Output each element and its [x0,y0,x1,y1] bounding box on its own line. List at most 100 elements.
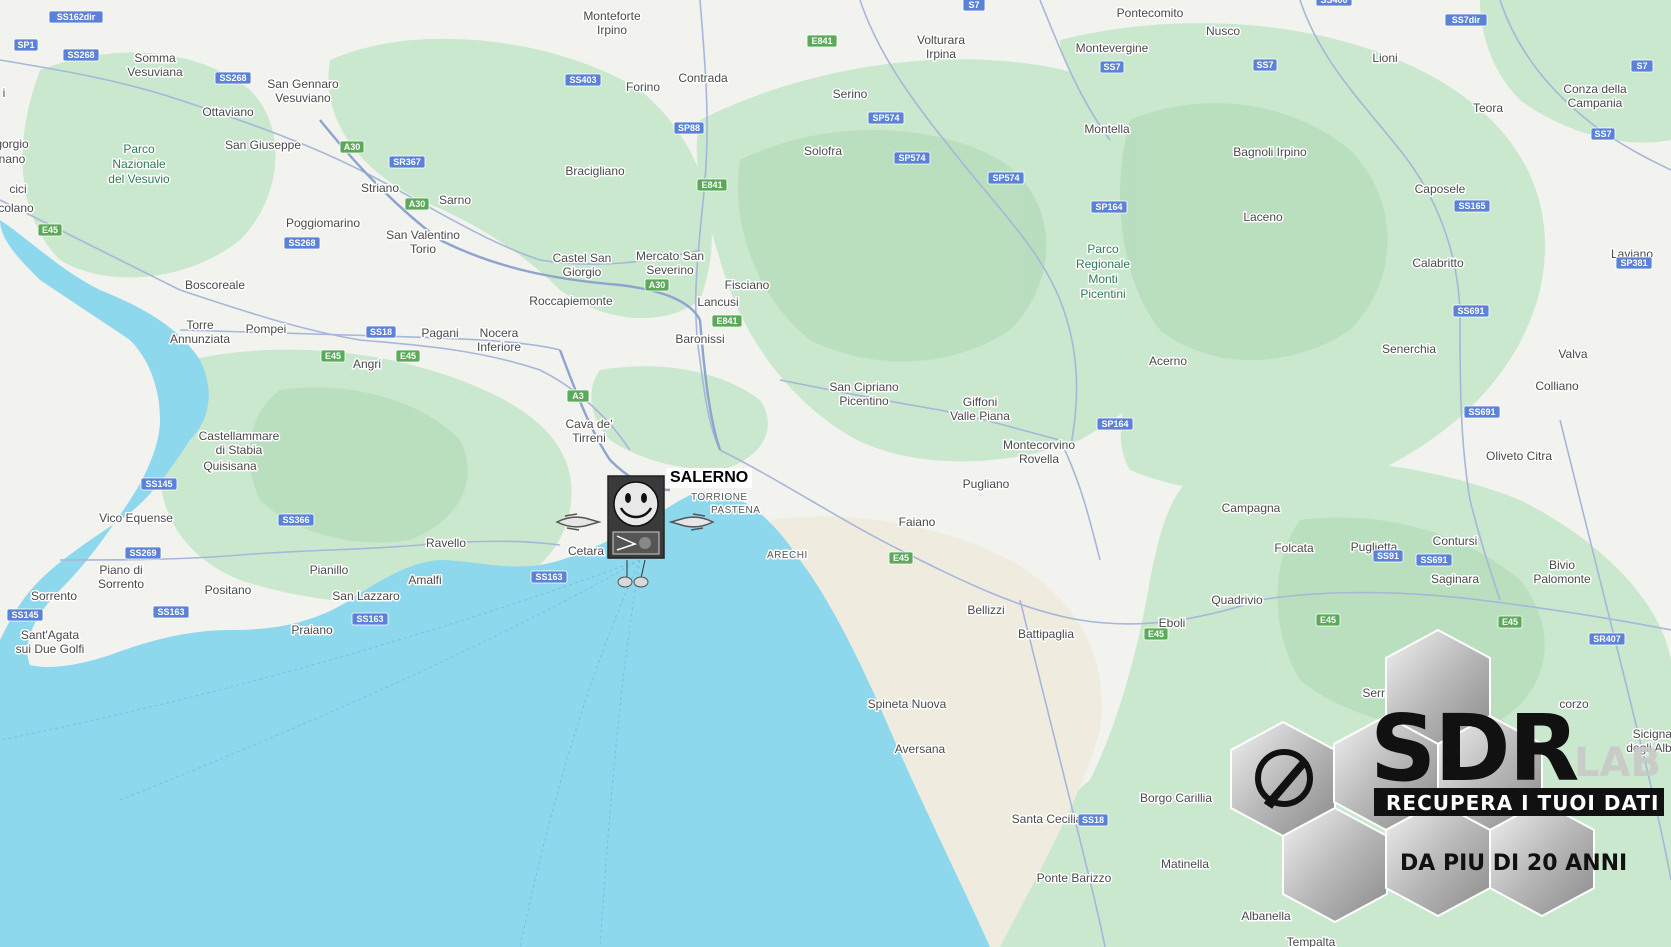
road-shield: SR367 [388,155,426,169]
svg-text:SP1: SP1 [17,40,34,50]
place-label: Montevergine [1076,41,1149,55]
svg-text:A30: A30 [649,280,666,290]
place-label: Striano [361,181,399,195]
place-label: Oliveto Citra [1486,449,1552,463]
park-label: Parco [1087,242,1119,256]
place-label: Colliano [1535,379,1579,393]
road-shield: A30 [644,278,670,292]
svg-text:A30: A30 [344,142,361,152]
place-label: Positano [205,583,252,597]
svg-text:SS18: SS18 [1082,815,1104,825]
road-shield: SS91 [1372,549,1404,563]
svg-text:E45: E45 [1502,617,1518,627]
place-label: nano [0,152,26,166]
sdr-lab-logo: SDR LAB RECUPERA I TUOI DATI DA PIU DI 2… [1230,628,1664,924]
road-shield: SS691 [1452,304,1490,318]
place-label: Bellizzi [967,603,1004,617]
place-label: Teora [1473,101,1503,115]
place-label: Pompei [246,322,287,336]
road-shield: SS268 [214,71,252,85]
disk-chip-icon [612,531,660,555]
road-shield: SP164 [1096,417,1134,431]
svg-text:SS269: SS269 [129,548,156,558]
road-shield: SP164 [1090,200,1128,214]
place-label: San Gennaro Vesuviano [267,77,339,105]
svg-text:SS7: SS7 [1256,60,1273,70]
svg-text:SS691: SS691 [1457,306,1484,316]
mascot-marker[interactable] [555,474,715,596]
road-shield: SP1 [13,38,39,52]
place-label: Baronissi [675,332,724,346]
road-shield: E45 [1497,615,1523,629]
place-label: Boscoreale [185,278,245,292]
place-label: Ravello [426,536,466,550]
place-label: Sarno [439,193,471,207]
place-label: San Lazzaro [332,589,400,603]
place-label: Sorrento [31,589,77,603]
road-shield: A30 [404,197,430,211]
road-shield: SS7 [1252,58,1278,72]
road-shield: E45 [888,551,914,565]
road-shield: SS269 [124,546,162,560]
road-shield: A30 [339,140,365,154]
svg-text:SS268: SS268 [288,238,315,248]
road-shield: SS400 [1315,0,1353,7]
place-label: Campagna [1222,501,1281,515]
district-label: ARECHI [767,550,808,561]
road-shield: SS145 [140,477,178,491]
road-shield: SS268 [283,236,321,250]
svg-text:A30: A30 [409,199,426,209]
place-label: Calabritto [1412,256,1464,270]
road-shield: A3 [566,389,590,403]
svg-text:SP574: SP574 [992,173,1019,183]
place-label: Pontecomito [1117,6,1184,20]
place-label: Lancusi [697,295,738,309]
mascot-right-hand [668,513,715,531]
place-label: Bagnoli Irpino [1233,145,1307,159]
place-label: Aversana [895,742,946,756]
place-label: Poggiomarino [286,216,360,230]
place-label: Vico Equense [99,511,173,525]
road-shield: SP574 [893,151,931,165]
road-shield: E45 [395,349,421,363]
svg-text:E45: E45 [42,225,58,235]
svg-text:E841: E841 [701,180,722,190]
svg-text:SP381: SP381 [1620,258,1647,268]
place-label: Laceno [1243,210,1283,224]
place-label: Senerchia [1382,342,1436,356]
place-label: Somma Vesuviana [127,51,183,79]
logo-lab: LAB [1574,740,1661,786]
svg-text:SS145: SS145 [11,610,38,620]
road-shield: E841 [806,34,838,48]
svg-text:SS91: SS91 [1377,551,1399,561]
place-label: Sant'Agata sui Due Golfi [16,628,85,656]
svg-text:SP88: SP88 [678,123,700,133]
svg-text:SS145: SS145 [145,479,172,489]
svg-text:SR367: SR367 [393,157,421,167]
svg-text:E841: E841 [716,316,737,326]
svg-text:SS403: SS403 [569,75,596,85]
place-label: Nocera Inferiore [477,326,521,354]
road-shield: SS691 [1463,405,1501,419]
place-label: Nusco [1206,24,1240,38]
place-label: Lioni [1372,51,1397,65]
svg-text:SS7dir: SS7dir [1452,15,1481,25]
place-label: gorgio [0,137,29,151]
svg-text:E45: E45 [1148,629,1164,639]
park-label: Regionale [1076,257,1130,271]
svg-text:SS162dir: SS162dir [57,12,96,22]
road-shield: SS163 [152,605,190,619]
place-label: Praiano [291,623,333,637]
place-label: Valva [1558,347,1587,361]
svg-text:SS165: SS165 [1458,201,1485,211]
road-shield: SS18 [365,325,397,339]
place-label: Piano di Sorrento [98,563,144,591]
svg-text:SS268: SS268 [67,50,94,60]
place-label: Borgo Carillia [1140,791,1212,805]
logo-title: SDR [1370,695,1578,802]
place-label: Conza della Campania [1563,82,1627,110]
road-shield: SP381 [1615,256,1653,270]
place-label: Serino [833,87,868,101]
place-label: Matinella [1161,857,1209,871]
svg-text:E45: E45 [1320,615,1336,625]
